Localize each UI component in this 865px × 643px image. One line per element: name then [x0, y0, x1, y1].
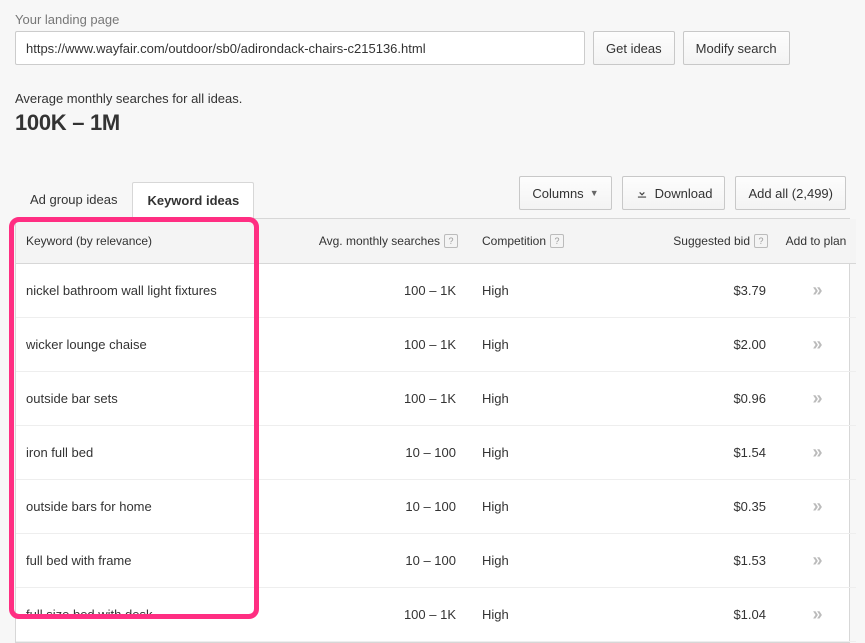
- cell-searches: 100 – 1K: [286, 263, 466, 317]
- table-row: outside bars for home10 – 100High$0.35»: [16, 479, 856, 533]
- add-to-plan-button[interactable]: »: [776, 371, 856, 425]
- cell-competition: High: [466, 533, 616, 587]
- cell-searches: 100 – 1K: [286, 587, 466, 641]
- download-button[interactable]: Download: [622, 176, 726, 210]
- tab-ad-group-ideas[interactable]: Ad group ideas: [15, 181, 132, 218]
- modify-search-button[interactable]: Modify search: [683, 31, 790, 65]
- landing-page-input[interactable]: [15, 31, 585, 65]
- cell-keyword[interactable]: full size bed with desk: [16, 587, 286, 641]
- cell-bid: $3.79: [616, 263, 776, 317]
- table-row: full bed with frame10 – 100High$1.53»: [16, 533, 856, 587]
- cell-bid: $1.53: [616, 533, 776, 587]
- stats-value: 100K – 1M: [15, 110, 850, 136]
- cell-keyword[interactable]: iron full bed: [16, 425, 286, 479]
- get-ideas-button[interactable]: Get ideas: [593, 31, 675, 65]
- cell-competition: High: [466, 263, 616, 317]
- cell-keyword[interactable]: outside bar sets: [16, 371, 286, 425]
- header-searches[interactable]: Avg. monthly searches: [319, 234, 440, 248]
- header-bid[interactable]: Suggested bid: [673, 234, 750, 248]
- header-keyword[interactable]: Keyword (by relevance): [26, 234, 152, 248]
- add-all-button[interactable]: Add all (2,499): [735, 176, 846, 210]
- download-icon: [635, 186, 649, 200]
- cell-bid: $0.35: [616, 479, 776, 533]
- header-add: Add to plan: [786, 234, 847, 248]
- cell-bid: $1.04: [616, 587, 776, 641]
- cell-competition: High: [466, 371, 616, 425]
- cell-searches: 10 – 100: [286, 479, 466, 533]
- cell-bid: $1.54: [616, 425, 776, 479]
- caret-down-icon: ▼: [590, 188, 599, 198]
- cell-bid: $0.96: [616, 371, 776, 425]
- columns-button[interactable]: Columns ▼: [519, 176, 611, 210]
- table-row: nickel bathroom wall light fixtures100 –…: [16, 263, 856, 317]
- cell-keyword[interactable]: wicker lounge chaise: [16, 317, 286, 371]
- cell-competition: High: [466, 317, 616, 371]
- add-to-plan-button[interactable]: »: [776, 533, 856, 587]
- stats-label: Average monthly searches for all ideas.: [15, 91, 850, 106]
- tab-keyword-ideas[interactable]: Keyword ideas: [132, 182, 254, 219]
- table-row: full size bed with desk100 – 1KHigh$1.04…: [16, 587, 856, 641]
- cell-bid: $2.00: [616, 317, 776, 371]
- cell-searches: 10 – 100: [286, 425, 466, 479]
- table-row: iron full bed10 – 100High$1.54»: [16, 425, 856, 479]
- cell-competition: High: [466, 479, 616, 533]
- keyword-table: Keyword (by relevance) Avg. monthly sear…: [15, 218, 850, 643]
- cell-searches: 100 – 1K: [286, 317, 466, 371]
- header-competition[interactable]: Competition: [482, 234, 546, 248]
- add-to-plan-button[interactable]: »: [776, 425, 856, 479]
- cell-keyword[interactable]: outside bars for home: [16, 479, 286, 533]
- add-to-plan-button[interactable]: »: [776, 587, 856, 641]
- cell-searches: 100 – 1K: [286, 371, 466, 425]
- cell-keyword[interactable]: full bed with frame: [16, 533, 286, 587]
- landing-page-label: Your landing page: [15, 12, 850, 27]
- help-icon[interactable]: ?: [754, 234, 768, 248]
- download-button-label: Download: [655, 186, 713, 201]
- cell-keyword[interactable]: nickel bathroom wall light fixtures: [16, 263, 286, 317]
- columns-button-label: Columns: [532, 186, 583, 201]
- cell-competition: High: [466, 587, 616, 641]
- add-to-plan-button[interactable]: »: [776, 263, 856, 317]
- help-icon[interactable]: ?: [444, 234, 458, 248]
- add-to-plan-button[interactable]: »: [776, 479, 856, 533]
- table-row: wicker lounge chaise100 – 1KHigh$2.00»: [16, 317, 856, 371]
- table-row: outside bar sets100 – 1KHigh$0.96»: [16, 371, 856, 425]
- help-icon[interactable]: ?: [550, 234, 564, 248]
- cell-searches: 10 – 100: [286, 533, 466, 587]
- add-to-plan-button[interactable]: »: [776, 317, 856, 371]
- cell-competition: High: [466, 425, 616, 479]
